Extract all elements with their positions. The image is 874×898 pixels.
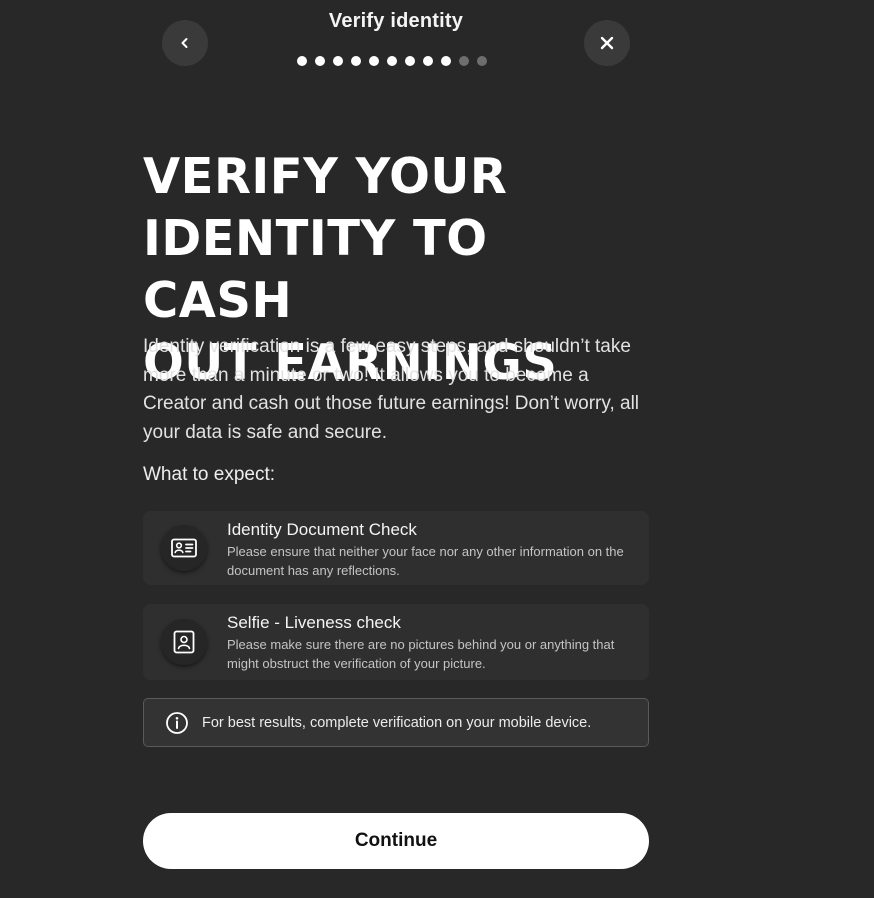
progress-dot-complete bbox=[423, 56, 433, 66]
headline-line-1: VERIFY YOUR bbox=[143, 148, 508, 205]
progress-dot-pending bbox=[459, 56, 469, 66]
progress-dot-complete bbox=[333, 56, 343, 66]
progress-dot-pending bbox=[477, 56, 487, 66]
progress-dot-complete bbox=[297, 56, 307, 66]
step-description: Please ensure that neither your face nor… bbox=[227, 544, 624, 578]
progress-dot-complete bbox=[405, 56, 415, 66]
mobile-device-notice: For best results, complete verification … bbox=[143, 698, 649, 747]
close-icon bbox=[600, 36, 614, 50]
progress-dot-complete bbox=[369, 56, 379, 66]
step-description: Please make sure there are no pictures b… bbox=[227, 637, 615, 671]
verify-identity-screen: Verify identity VERIFY YOUR IDENTITY TO … bbox=[0, 0, 874, 898]
chevron-left-icon bbox=[181, 38, 188, 48]
identity-document-check-card: Identity Document Check Please ensure th… bbox=[143, 511, 649, 585]
selfie-icon bbox=[161, 619, 207, 665]
selfie-liveness-check-card: Selfie - Liveness check Please make sure… bbox=[143, 604, 649, 680]
info-icon bbox=[165, 711, 189, 735]
progress-dot-complete bbox=[315, 56, 325, 66]
page-title: Verify identity bbox=[328, 10, 464, 32]
step-progress-indicator bbox=[297, 56, 487, 66]
continue-button[interactable]: Continue bbox=[143, 813, 649, 869]
progress-dot-complete bbox=[387, 56, 397, 66]
info-text: For best results, complete verification … bbox=[202, 714, 592, 731]
close-button[interactable] bbox=[584, 20, 630, 66]
step-title: Identity Document Check bbox=[227, 520, 417, 539]
what-to-expect-label: What to expect: bbox=[143, 464, 276, 485]
intro-text: Identity verification is a few easy step… bbox=[143, 336, 640, 443]
progress-dot-complete bbox=[351, 56, 361, 66]
id-card-icon bbox=[161, 525, 207, 571]
step-title: Selfie - Liveness check bbox=[227, 613, 401, 632]
progress-dot-complete bbox=[441, 56, 451, 66]
headline-line-2: IDENTITY TO CASH bbox=[143, 210, 488, 329]
